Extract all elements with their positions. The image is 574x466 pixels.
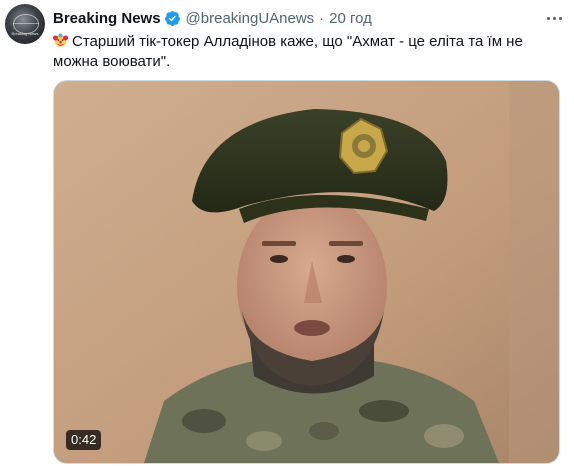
tweet-header: Breaking News @breakingUAnews · 20 год: [53, 8, 372, 28]
author-name[interactable]: Breaking News: [53, 10, 161, 27]
clown-face-icon: [53, 33, 68, 47]
verified-badge-icon: [164, 10, 180, 26]
globe-line: [13, 23, 39, 24]
video-duration: 0:42: [66, 430, 102, 450]
avatar-caption: Breaking News: [11, 31, 39, 36]
tweet-text-container: Старший тік-токер Алладінов каже, що "Ах…: [53, 32, 558, 72]
separator-dot: ·: [319, 9, 325, 27]
author-handle[interactable]: @breakingUAnews: [186, 10, 315, 27]
avatar[interactable]: Breaking News: [5, 4, 45, 44]
video-player[interactable]: 0:42: [53, 80, 560, 464]
more-options-icon[interactable]: [544, 8, 564, 28]
tweet-text: Старший тік-токер Алладінов каже, що "Ах…: [53, 33, 523, 70]
timestamp[interactable]: 20 год: [329, 10, 372, 27]
video-thumbnail[interactable]: [54, 81, 559, 463]
tweet-card[interactable]: Breaking News Breaking News @breakingUAn…: [0, 0, 574, 466]
